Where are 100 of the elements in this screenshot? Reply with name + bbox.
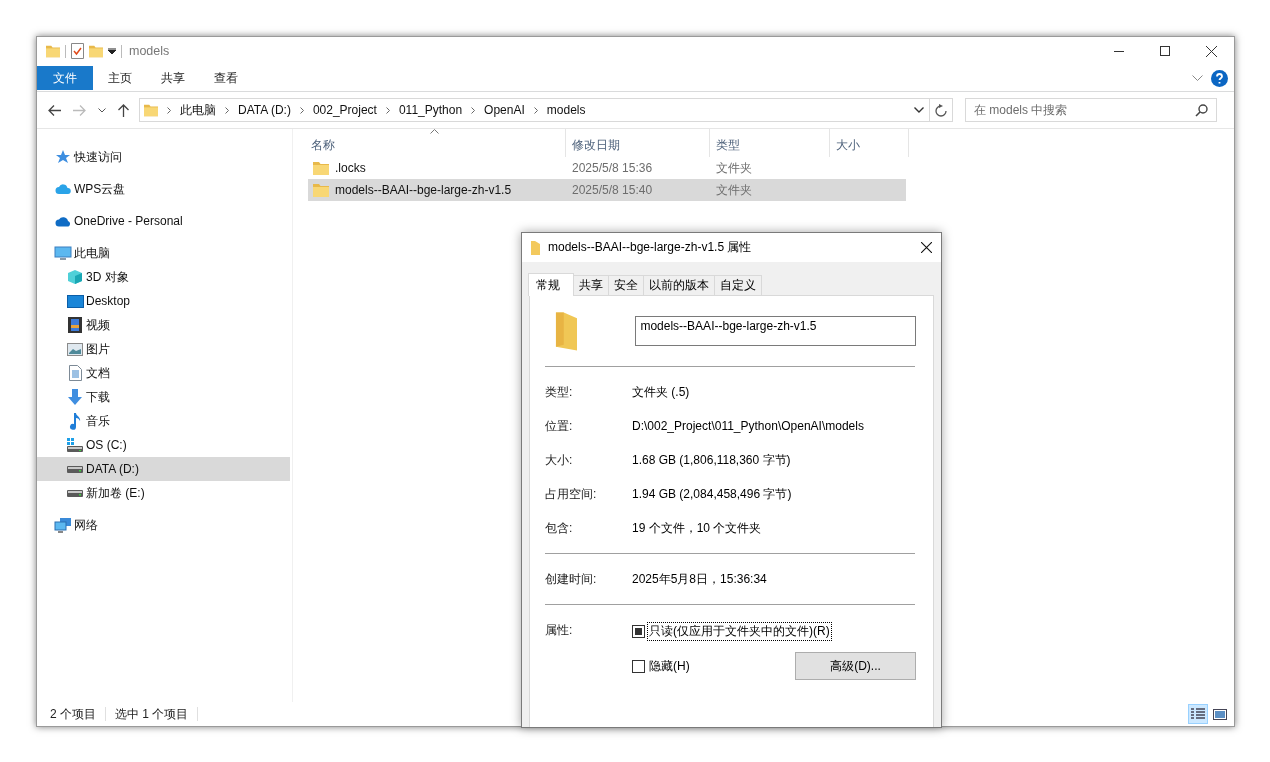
breadcrumb-item[interactable]: 011_Python [398,103,463,117]
sidebar-item[interactable]: 文档 [37,361,290,385]
file-row[interactable]: .locks 2025/5/8 15:36 文件夹 [308,157,906,179]
close-icon[interactable] [921,242,932,253]
file-type: 文件夹 [716,159,752,177]
sidebar-item[interactable]: OneDrive - Personal [37,209,290,233]
sidebar-item[interactable]: 3D 对象 [37,265,290,289]
folder-icon [313,161,329,175]
sidebar-item[interactable]: OS (C:) [37,433,290,457]
breadcrumb-item[interactable]: models [546,103,586,117]
caret-icon[interactable] [108,48,116,54]
sidebar-item[interactable]: 网络 [37,513,290,537]
property-label: 位置: [545,417,574,435]
maximize-icon [1160,46,1170,56]
checkbox[interactable] [632,624,645,638]
folder-icon [313,183,329,197]
sidebar-item[interactable]: 下载 [37,385,290,409]
ribbon-tab[interactable]: 共享 [146,66,199,90]
checkbox-label[interactable]: 隐藏(H) [647,656,692,676]
sidebar-item[interactable]: 新加卷 (E:) [37,481,290,505]
breadcrumb-item[interactable]: 此电脑 [180,101,216,119]
search-field[interactable]: 在 models 中搜索 [965,98,1217,122]
window-title: models [129,44,170,58]
film-icon [68,317,82,333]
property-value: 1.94 GB (2,084,458,496 字节) [632,485,792,503]
monitor-icon [54,245,72,261]
back-icon[interactable] [48,104,61,116]
chevron-right-icon [471,106,476,114]
folder-icon [554,311,578,351]
sidebar-item[interactable]: DATA (D:) [37,457,290,481]
sidebar-item[interactable]: WPS云盘 [37,177,290,201]
property-label: 占用空间: [545,485,598,503]
sidebar-item[interactable]: 快速访问 [37,145,290,169]
chevron-down-icon[interactable] [914,107,924,113]
property-value: 2025年5月8日，15:36:34 [632,570,767,588]
property-label: 创建时间: [545,570,598,588]
property-label: 属性: [545,622,574,639]
music-note-icon [69,412,81,430]
drive-icon [67,438,83,452]
date-modified: 2025/5/8 15:36 [572,161,653,175]
ribbon-tab[interactable]: 主页 [93,66,146,90]
property-label: 大小: [545,451,574,469]
chevron-right-icon [533,106,538,114]
help-icon[interactable] [1211,69,1228,87]
cloud-icon [54,215,72,227]
breadcrumb-item[interactable]: 002_Project [312,103,377,117]
sidebar-item[interactable]: 图片 [37,337,290,361]
sidebar-item[interactable]: 音乐 [37,409,290,433]
breadcrumb-item[interactable]: OpenAI [484,103,525,117]
chevron-right-icon [385,106,390,114]
property-label: 包含: [545,519,574,537]
selection-count: 选中 1 个项目 [115,705,189,723]
column-header[interactable]: 修改日期 [566,129,710,157]
properties-icon[interactable] [71,43,84,59]
minimize-icon [1114,50,1124,52]
up-arrow-icon[interactable] [118,103,129,117]
ribbon-tab[interactable]: 查看 [199,66,252,90]
document-icon [68,365,82,381]
sidebar-item[interactable]: 视频 [37,313,290,337]
column-header[interactable]: 名称 [308,129,566,157]
star-icon [55,149,71,165]
property-value: 1.68 GB (1,806,118,360 字节) [632,451,791,469]
close-icon [1205,45,1217,57]
file-type: 文件夹 [716,181,752,199]
tab[interactable]: 自定义 [714,275,762,295]
tab[interactable]: 常规 [528,273,574,296]
sidebar-item[interactable]: Desktop [37,289,290,313]
column-header[interactable]: 类型 [710,129,830,157]
desktop-icon [66,294,84,308]
search-icon [1195,103,1208,117]
name-field[interactable]: models--BAAI--bge-large-zh-v1.5 [635,316,916,346]
network-icon [54,517,72,533]
file-name: .locks [335,161,366,175]
ribbon-tab[interactable]: 文件 [37,66,93,90]
item-count: 2 个项目 [50,705,96,723]
property-value: 19 个文件，10 个文件夹 [632,519,762,537]
property-value: D:\002_Project\011_Python\OpenAI\models [632,419,864,433]
file-name: models--BAAI--bge-large-zh-v1.5 [335,183,512,197]
refresh-icon [935,103,947,117]
picture-icon [67,342,83,356]
drive-icon [67,489,83,497]
breadcrumb-item[interactable]: DATA (D:) [238,103,291,117]
file-row[interactable]: models--BAAI--bge-large-zh-v1.5 2025/5/8 15:40 文件夹 [308,179,906,201]
date-modified: 2025/5/8 15:40 [572,183,653,197]
details-view-button[interactable] [1188,704,1208,724]
chevron-right-icon [299,106,304,114]
checkbox-label[interactable]: 只读(仅应用于文件夹中的文件)(R) [647,621,832,641]
chevron-down-icon[interactable] [98,107,106,113]
refresh-button[interactable] [930,98,953,122]
dialog-title: models--BAAI--bge-large-zh-v1.5 属性 [548,239,752,256]
property-label: 类型: [545,383,574,401]
folder-icon [144,102,158,118]
drive-icon [67,465,83,473]
column-header[interactable]: 大小 [830,129,909,157]
new-folder-icon [89,43,103,59]
folder-icon [46,43,60,59]
sidebar-item[interactable]: 此电脑 [37,241,290,265]
advanced-button[interactable]: 高级(D)... [795,652,916,680]
checkbox[interactable] [632,659,645,673]
down-arrow-icon [67,389,83,405]
